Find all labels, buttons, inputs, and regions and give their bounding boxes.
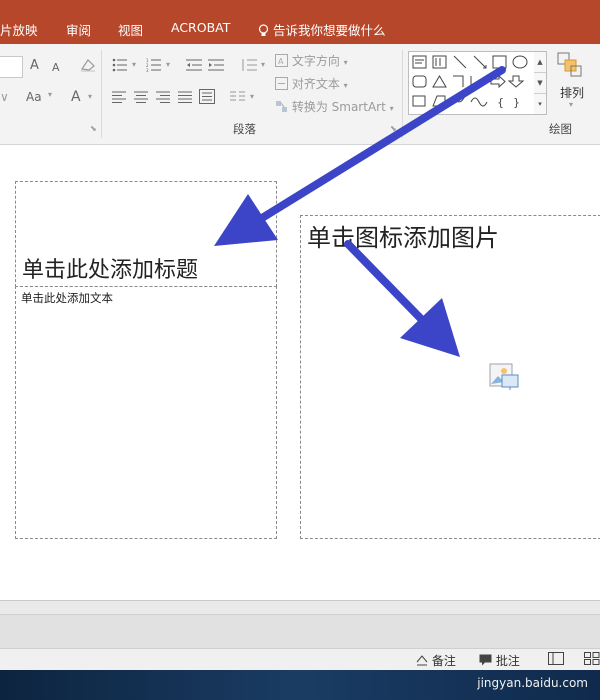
dialog-launcher-icon[interactable]: ⬊	[90, 124, 97, 133]
normal-view-icon[interactable]	[548, 652, 564, 668]
align-text-icon	[275, 77, 288, 90]
svg-text:{: {	[497, 96, 504, 109]
grow-font-button[interactable]: A	[30, 58, 39, 73]
shapes-gallery-scroll[interactable]: ▲ ▼ ▾	[534, 51, 547, 115]
ribbon: A A ∨ Aa ▾ A ▾ ▾ 123 ▾ ▾ ▾ A 文字方向 ▾ 对齐文本…	[0, 44, 600, 145]
font-size-box[interactable]	[0, 56, 23, 78]
change-case-button[interactable]: Aa	[26, 90, 42, 104]
picture-placeholder-text: 单击图标添加图片	[307, 224, 499, 252]
align-center-icon[interactable]	[134, 91, 150, 106]
scroll-down-icon[interactable]: ▼	[534, 73, 546, 94]
notes-pane[interactable]	[0, 614, 600, 649]
tell-me-box[interactable]: 告诉我你想要做什么	[258, 20, 386, 39]
chevron-down-icon: ▾	[132, 60, 137, 69]
tab-review[interactable]: 审阅	[66, 20, 91, 39]
convert-smartart-label: 转换为 SmartArt	[291, 100, 386, 114]
shrink-font-button[interactable]: A	[52, 61, 60, 74]
arrange-icon[interactable]	[557, 52, 583, 81]
title-placeholder-text: 单击此处添加标题	[22, 258, 199, 283]
align-right-icon[interactable]	[156, 91, 172, 106]
chevron-down-icon: ▾	[261, 60, 266, 69]
tab-acrobat[interactable]: ACROBAT	[171, 20, 230, 35]
font-color-button[interactable]: A	[71, 89, 81, 105]
svg-text:3: 3	[146, 68, 149, 72]
lightbulb-icon	[258, 24, 269, 36]
paragraph-group-label: 段落	[233, 122, 256, 136]
text-direction-label: 文字方向	[291, 54, 340, 68]
chevron-down-icon: ▾	[569, 100, 574, 109]
status-bar: 备注 批注	[0, 648, 600, 671]
slide-canvas: 单击此处添加标题 单击此处添加文本 单击图标添加图片	[0, 145, 600, 600]
numbering-icon[interactable]: 123	[146, 58, 164, 75]
slide-sorter-icon[interactable]	[584, 652, 600, 668]
chevron-down-icon: ▾	[88, 92, 93, 101]
drawing-group-label: 绘图	[549, 122, 572, 136]
text-placeholder[interactable]: 单击此处添加文本	[15, 286, 277, 539]
text-placeholder-text: 单击此处添加文本	[21, 291, 113, 305]
ribbon-separator	[402, 50, 403, 138]
distributed-icon[interactable]	[199, 89, 215, 107]
justify-icon[interactable]	[178, 91, 194, 106]
gallery-expand-icon[interactable]: ▾	[534, 94, 546, 114]
chevron-down-icon: ▾	[48, 90, 53, 99]
notes-label: 备注	[431, 654, 456, 668]
text-direction-button[interactable]: A 文字方向 ▾	[275, 52, 348, 69]
watermark: jingyan.baidu.com	[477, 676, 588, 690]
align-text-label: 对齐文本	[291, 77, 340, 91]
notes-button[interactable]: 备注	[416, 652, 456, 669]
chevron-down-icon: ▾	[166, 60, 171, 69]
decrease-indent-icon[interactable]	[186, 58, 204, 75]
svg-text:}: }	[513, 96, 520, 109]
arrange-button[interactable]: 排列	[560, 84, 584, 101]
title-placeholder[interactable]: 单击此处添加标题	[15, 181, 277, 287]
dialog-launcher-icon[interactable]: ⬊	[390, 124, 397, 133]
chevron-down-icon[interactable]: ∨	[0, 90, 9, 104]
clear-format-icon[interactable]	[80, 58, 96, 75]
tab-slideshow[interactable]: 片放映	[0, 20, 38, 39]
align-text-button[interactable]: 对齐文本 ▾	[275, 75, 348, 92]
comments-button[interactable]: 批注	[479, 652, 520, 669]
comments-label: 批注	[495, 654, 520, 668]
desktop-background: jingyan.baidu.com	[0, 670, 600, 700]
notes-icon	[416, 655, 428, 666]
chevron-down-icon: ▾	[250, 92, 255, 101]
ribbon-tab-bar: 片放映 审阅 视图 ACROBAT 告诉我你想要做什么	[0, 14, 600, 44]
tell-me-text: 告诉我你想要做什么	[273, 23, 386, 38]
insert-picture-icon[interactable]	[489, 362, 521, 395]
picture-placeholder[interactable]: 单击图标添加图片	[300, 215, 600, 539]
convert-smartart-button[interactable]: 转换为 SmartArt ▾	[275, 98, 394, 115]
bullets-icon[interactable]	[112, 58, 130, 75]
tab-view[interactable]: 视图	[118, 20, 143, 39]
shapes-gallery[interactable]: { }	[408, 51, 536, 115]
title-bar	[0, 0, 600, 14]
pane-divider[interactable]	[0, 600, 600, 615]
comment-icon	[479, 654, 492, 666]
text-direction-icon: A	[275, 54, 288, 67]
columns-icon[interactable]	[230, 91, 246, 106]
scroll-up-icon[interactable]: ▲	[534, 52, 546, 73]
line-spacing-icon[interactable]	[241, 58, 259, 75]
smartart-icon	[276, 101, 287, 112]
svg-text:A: A	[278, 57, 284, 66]
ribbon-separator	[101, 50, 102, 138]
increase-indent-icon[interactable]	[208, 58, 226, 75]
align-left-icon[interactable]	[112, 91, 128, 106]
